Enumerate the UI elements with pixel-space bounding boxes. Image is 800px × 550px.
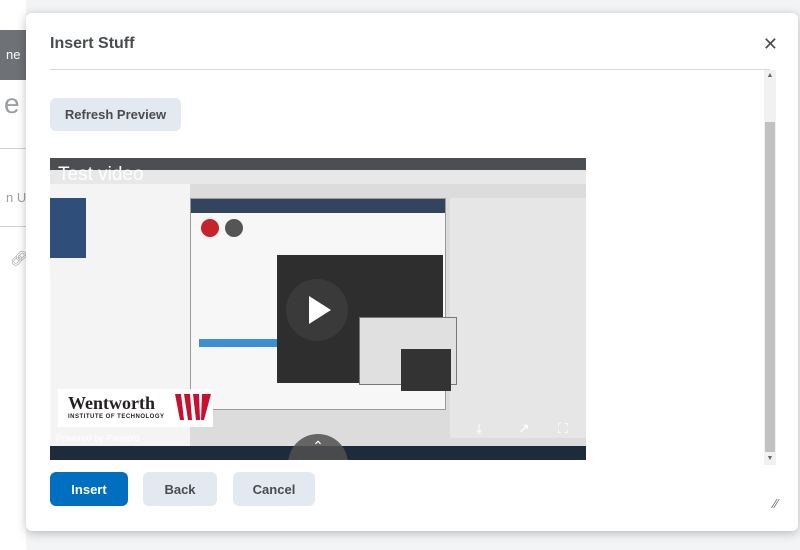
dialog-title: Insert Stuff	[50, 35, 135, 52]
background-heading-fragment: e	[4, 88, 20, 119]
video-lms-sidebar	[50, 198, 86, 258]
resize-grip-icon[interactable]: ∕∕	[774, 496, 778, 511]
video-right-panel	[450, 198, 586, 438]
dialog-divider	[50, 69, 770, 70]
record-icon	[201, 219, 219, 237]
cancel-button[interactable]: Cancel	[233, 472, 315, 506]
insert-stuff-dialog: Insert Stuff ✕ Refresh Preview Test vide…	[26, 13, 798, 531]
logo-name: Wentworth	[68, 393, 155, 413]
fullscreen-icon[interactable]: ⛶	[558, 420, 568, 437]
pause-icon	[225, 219, 243, 237]
insert-button[interactable]: Insert	[50, 472, 128, 506]
wentworth-logo: Wentworth INSTITUTE OF TECHNOLOGY	[58, 389, 213, 427]
video-preview[interactable]: Test video Wentworth INSTITUTE OF TECHNO…	[50, 158, 586, 460]
close-icon[interactable]: ✕	[763, 35, 778, 53]
scroll-down-icon[interactable]: ▼	[764, 453, 776, 465]
logo-mark-icon	[175, 394, 211, 420]
logo-subtitle: INSTITUTE OF TECHNOLOGY	[68, 414, 165, 420]
recorder-blue-button	[199, 339, 279, 347]
download-icon[interactable]: ⤓	[476, 420, 482, 437]
recorder-inner-dark-window	[401, 349, 451, 391]
play-triangle	[309, 296, 331, 324]
refresh-preview-button[interactable]: Refresh Preview	[50, 98, 181, 131]
background-text-fragment: n U	[6, 190, 27, 205]
back-button[interactable]: Back	[143, 472, 217, 506]
scrollbar-thumb[interactable]	[765, 122, 775, 452]
background-divider	[0, 148, 26, 149]
video-title: Test video	[58, 164, 144, 185]
recorder-header	[191, 199, 445, 213]
play-icon[interactable]	[286, 279, 348, 341]
dialog-scrollbar[interactable]: ▲ ▼	[764, 70, 776, 465]
powered-by-text: Powered by Panopto	[56, 433, 140, 443]
popout-icon[interactable]: ↗	[518, 420, 530, 437]
scroll-up-icon[interactable]: ▲	[764, 70, 776, 82]
background-left-strip	[0, 0, 26, 550]
background-divider	[0, 226, 26, 227]
